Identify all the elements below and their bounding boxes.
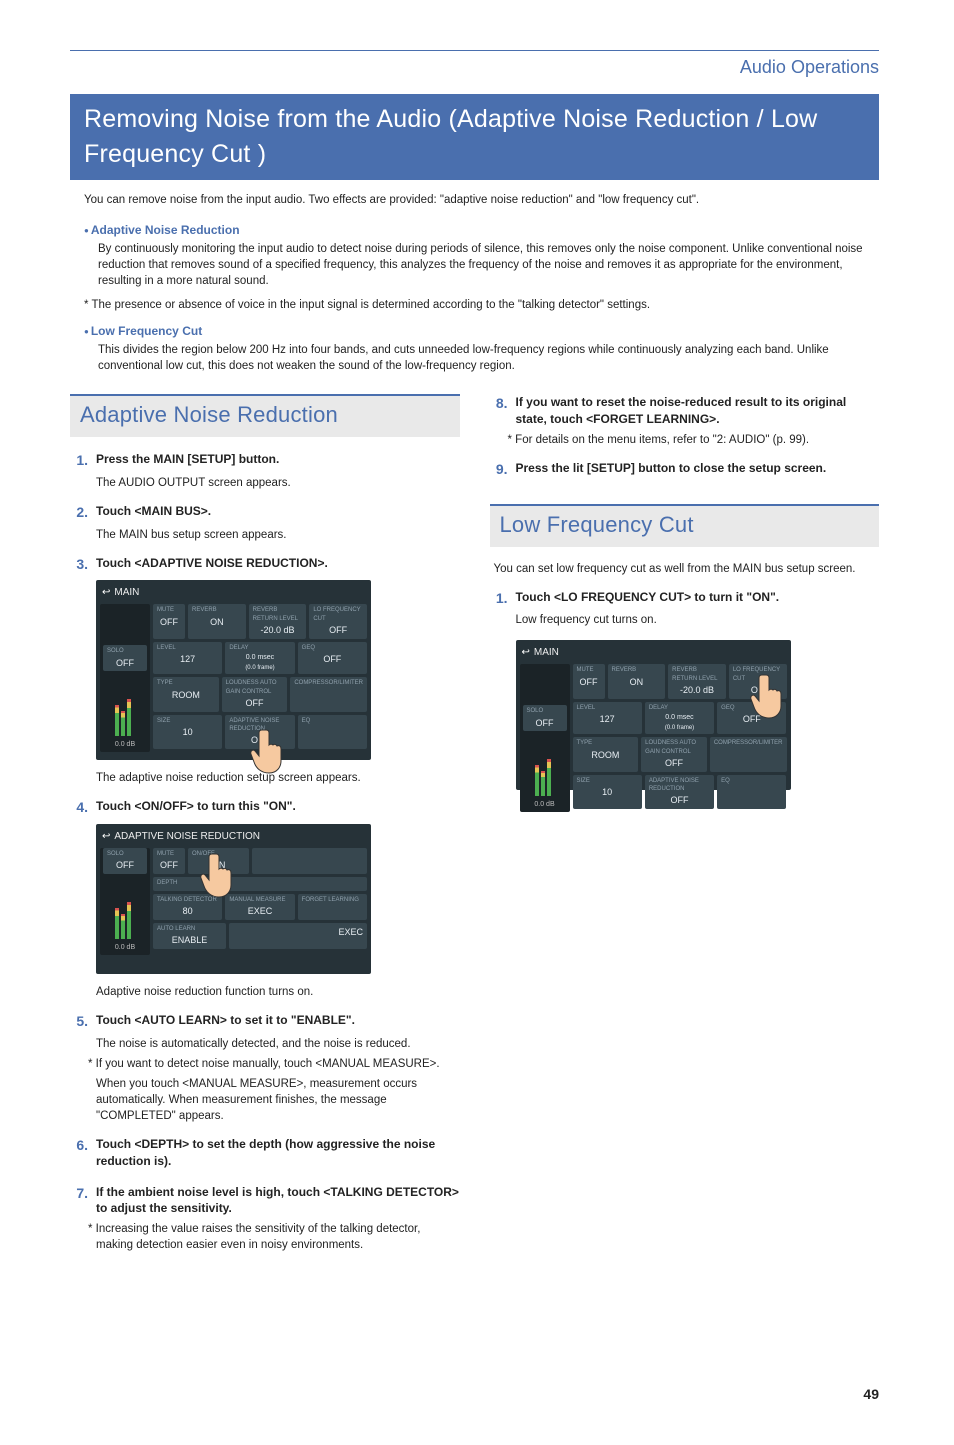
step-number: 8. — [490, 394, 508, 428]
step-note: Increasing the value raises the sensitiv… — [88, 1221, 460, 1253]
step-text: If you want to reset the noise-reduced r… — [516, 394, 880, 428]
header-category: Audio Operations — [70, 55, 879, 80]
lfc-screenshot: ↩MAIN SOLOOFF 0.0 dB MUTEOFF REVERBON — [516, 640, 880, 790]
feature-anr-body: By continuously monitoring the input aud… — [98, 241, 869, 289]
page-number: 49 — [70, 1385, 879, 1405]
right-column: 8.If you want to reset the noise-reduced… — [490, 394, 880, 1265]
level-meter: SOLOOFF 0.0 dB — [520, 664, 570, 812]
feature-anr-note: The presence or absence of voice in the … — [84, 297, 879, 313]
level-meter: SOLOOFF 0.0 dB — [100, 604, 150, 752]
lfc-section-title: Low Frequency Cut — [490, 504, 880, 547]
step-number: 1. — [490, 589, 508, 609]
lfc-intro: You can set low frequency cut as well fr… — [494, 561, 880, 577]
step-text: Touch <ADAPTIVE NOISE REDUCTION>. — [96, 555, 460, 575]
step-sub: The adaptive noise reduction setup scree… — [96, 770, 460, 786]
anr-screenshot: ↩ ADAPTIVE NOISE REDUCTION SOLOOFF 0.0 dB… — [96, 824, 460, 974]
ui-title: MAIN — [534, 646, 559, 660]
step-text: If the ambient noise level is high, touc… — [96, 1184, 460, 1218]
step-number: 1. — [70, 451, 88, 471]
back-icon: ↩ — [102, 586, 110, 600]
step-sub: When you touch <MANUAL MEASURE>, measure… — [96, 1076, 460, 1124]
anr-section-title: Adaptive Noise Reduction — [70, 394, 460, 437]
step-number: 2. — [70, 503, 88, 523]
step-sub: Adaptive noise reduction function turns … — [96, 984, 460, 1000]
feature-lfc-body: This divides the region below 200 Hz int… — [98, 342, 869, 374]
step-note: If you want to detect noise manually, to… — [88, 1056, 460, 1072]
step-text: Press the lit [SETUP] button to close th… — [516, 460, 880, 480]
header-divider — [70, 50, 879, 51]
step-sub: The AUDIO OUTPUT screen appears. — [96, 475, 460, 491]
step-number: 7. — [70, 1184, 88, 1218]
main-bus-screenshot: ↩MAIN SOLOOFF 0.0 dB MUTEOFF REVERBON — [96, 580, 460, 760]
feature-lfc-title: Low Frequency Cut — [84, 323, 879, 340]
feature-anr-title: Adaptive Noise Reduction — [84, 222, 879, 239]
level-meter: SOLOOFF 0.0 dB — [100, 848, 150, 955]
ui-title: MAIN — [114, 586, 139, 600]
step-text: Touch <DEPTH> to set the depth (how aggr… — [96, 1136, 460, 1170]
step-sub: The MAIN bus setup screen appears. — [96, 527, 460, 543]
step-number: 9. — [490, 460, 508, 480]
left-column: Adaptive Noise Reduction 1. Press the MAI… — [70, 394, 460, 1265]
step-text: Touch <ON/OFF> to turn this "ON". — [96, 798, 460, 818]
intro-text: You can remove noise from the input audi… — [84, 192, 879, 208]
ui-title: ADAPTIVE NOISE REDUCTION — [114, 830, 260, 844]
step-text: Press the MAIN [SETUP] button. — [96, 451, 460, 471]
back-icon: ↩ — [102, 830, 110, 844]
page-title: Removing Noise from the Audio (Adaptive … — [70, 94, 879, 180]
step-number: 5. — [70, 1012, 88, 1032]
step-number: 6. — [70, 1136, 88, 1170]
step-text: Touch <AUTO LEARN> to set it to "ENABLE"… — [96, 1012, 460, 1032]
back-icon: ↩ — [522, 646, 530, 660]
step-text: Touch <LO FREQUENCY CUT> to turn it "ON"… — [516, 589, 880, 609]
step-number: 4. — [70, 798, 88, 818]
step-note: For details on the menu items, refer to … — [508, 432, 880, 448]
step-number: 3. — [70, 555, 88, 575]
step-sub: Low frequency cut turns on. — [516, 612, 880, 628]
step-text: Touch <MAIN BUS>. — [96, 503, 460, 523]
step-sub: The noise is automatically detected, and… — [96, 1036, 460, 1052]
